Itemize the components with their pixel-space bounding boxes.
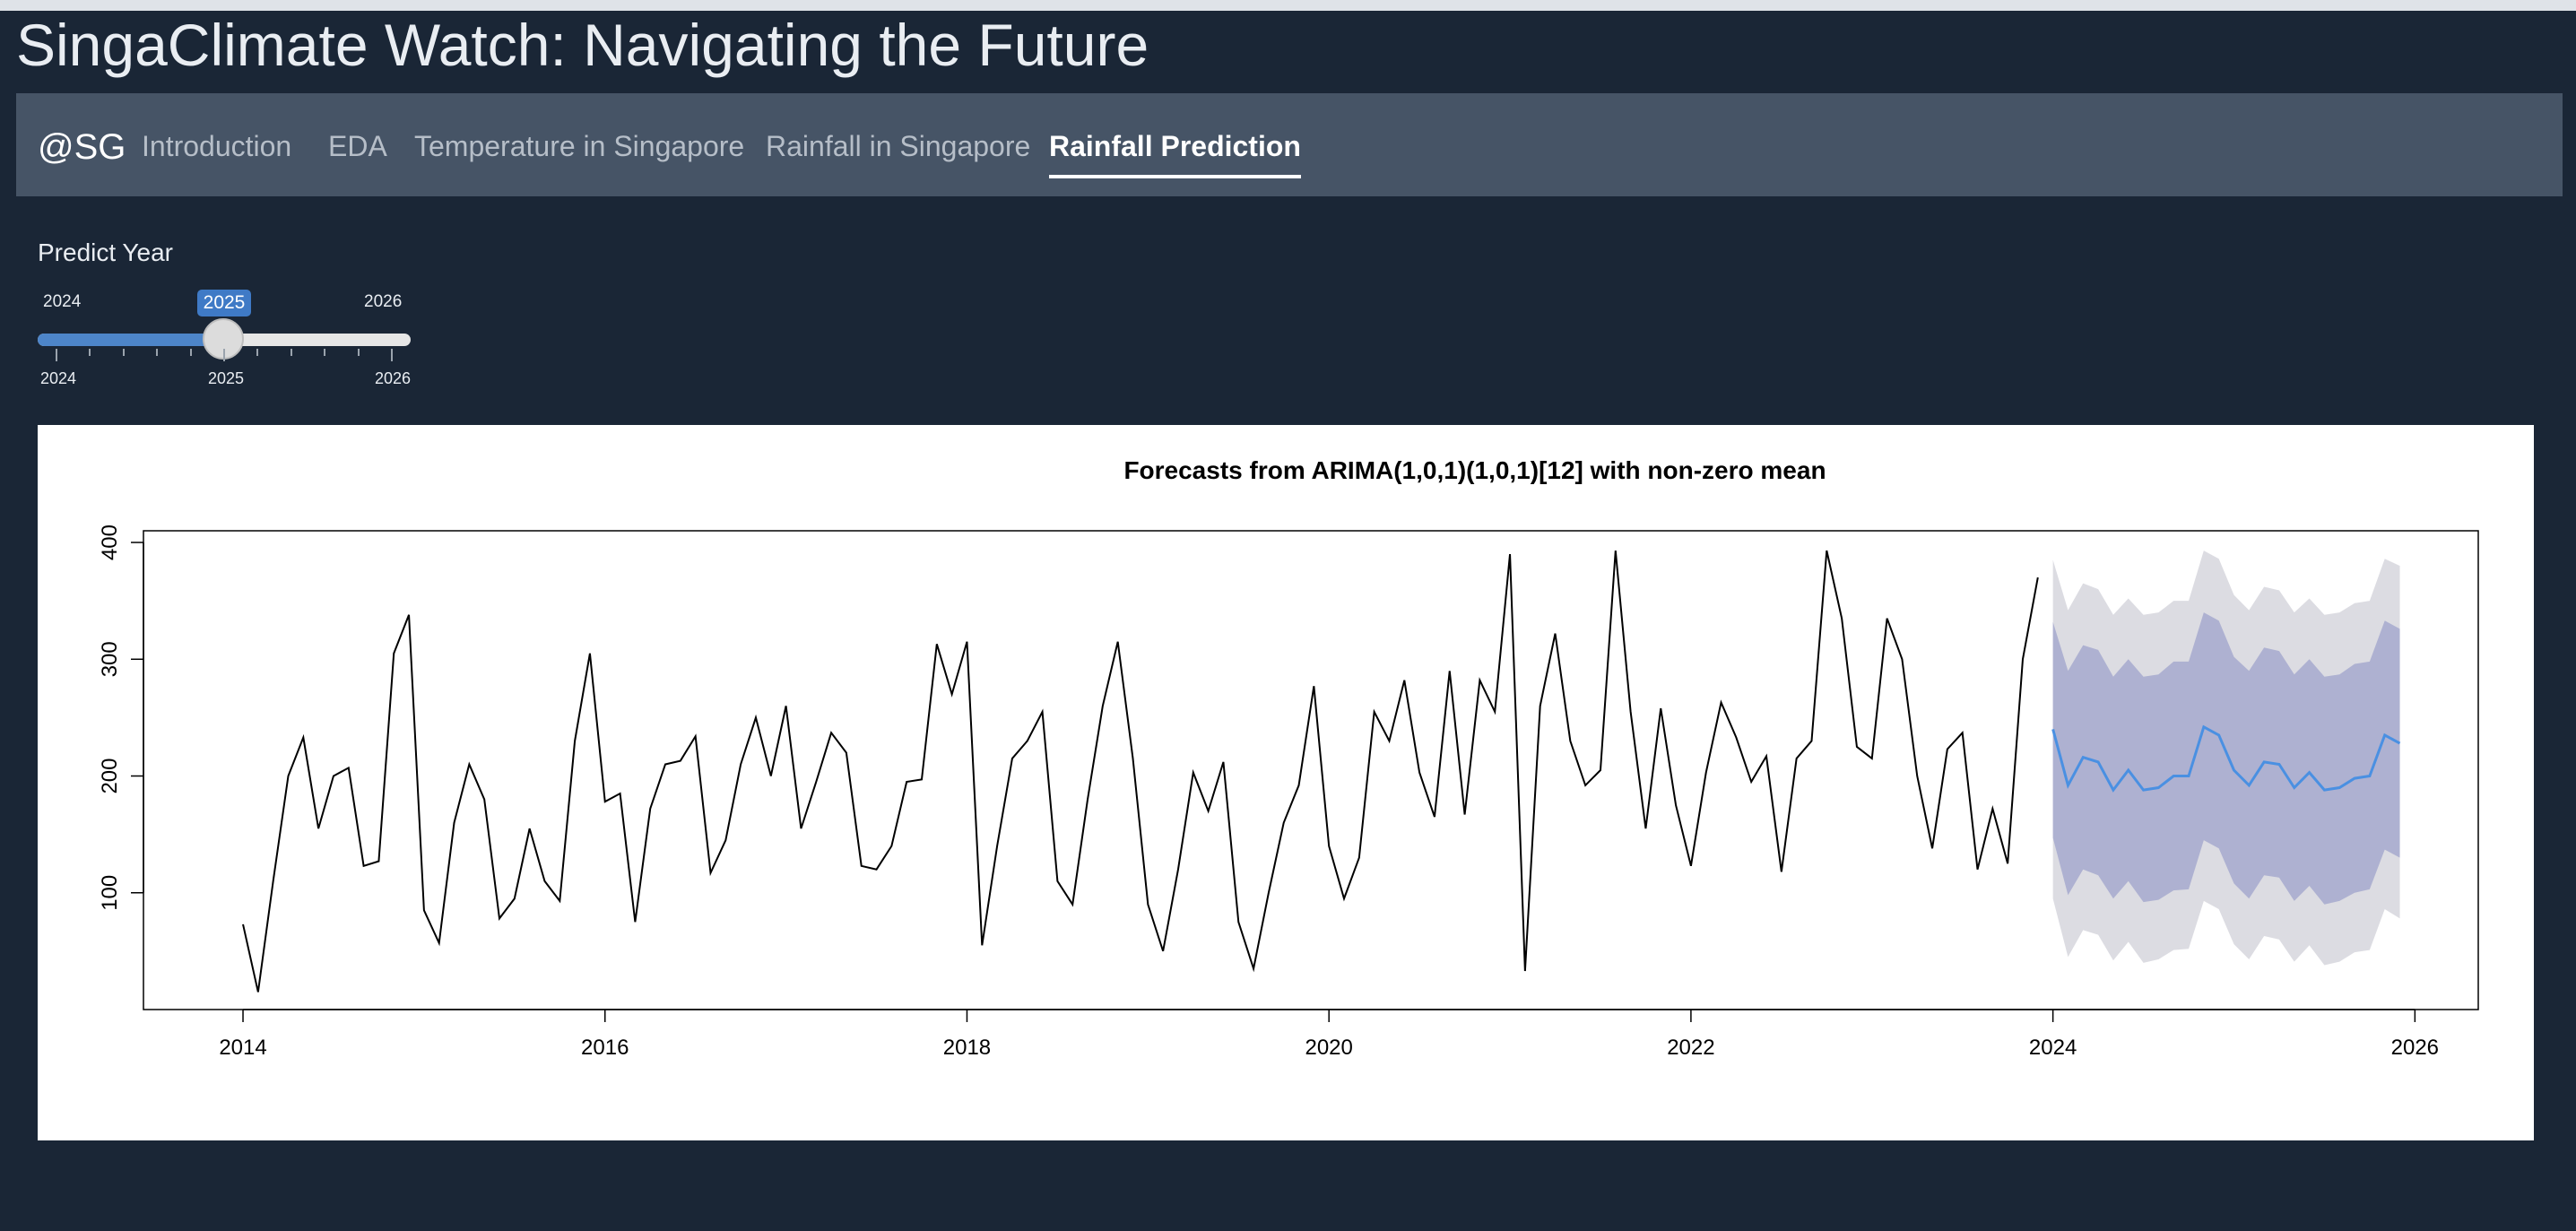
forecast-chart: 2014 2016 2018 2020 2022 2024 2026 100 200 300 400… <box>98 456 2479 1060</box>
x-tick-label: 2014 <box>219 1036 266 1060</box>
y-tick-label: 200 <box>98 758 122 793</box>
tab-temperature[interactable]: Temperature in Singapore <box>414 126 744 166</box>
tab-eda[interactable]: EDA <box>328 126 387 166</box>
tab-rainfall-prediction[interactable]: Rainfall Prediction <box>1049 126 1301 178</box>
tab-rainfall[interactable]: Rainfall in Singapore <box>766 126 1030 166</box>
active-tab-underline <box>1049 175 1301 178</box>
slider-tick <box>122 349 125 356</box>
slider-tick <box>89 349 91 356</box>
slider-grid-label-2026: 2026 <box>375 369 412 387</box>
y-tick-label: 400 <box>98 524 122 560</box>
slider-tick <box>189 349 192 356</box>
x-tick-label: 2026 <box>2391 1036 2439 1060</box>
navbar-brand[interactable]: @SG <box>38 125 126 169</box>
slider-value-bubble: 2025 <box>197 290 251 316</box>
x-tick-label: 2016 <box>581 1036 629 1060</box>
slider-tick <box>156 349 159 356</box>
app-title: SingaClimate Watch: Navigating the Futur… <box>16 12 1149 78</box>
x-tick-label: 2020 <box>1305 1036 1352 1060</box>
slider-label: Predict Year <box>38 238 173 266</box>
slider-tick <box>290 349 292 356</box>
slider-tick <box>223 349 225 361</box>
slider-tick <box>391 349 393 361</box>
slider-grid-label-2025: 2025 <box>208 369 245 387</box>
x-tick-label: 2018 <box>943 1036 991 1060</box>
slider-tick <box>324 349 326 356</box>
x-tick-label: 2024 <box>2029 1036 2077 1060</box>
slider-tick <box>256 349 259 356</box>
y-tick-label: 300 <box>98 641 122 677</box>
x-tick-label: 2022 <box>1667 1036 1714 1060</box>
navbar: @SG Introduction EDA Temperature in Sing… <box>16 93 2563 196</box>
tab-rainfall-prediction-label: Rainfall Prediction <box>1049 130 1301 162</box>
slider-tick <box>357 349 360 356</box>
tab-introduction[interactable]: Introduction <box>142 126 291 166</box>
observed-series-line <box>242 550 2039 993</box>
y-tick-label: 100 <box>98 875 122 911</box>
slider-min-label: 2024 <box>43 292 82 311</box>
forecast-plot-panel: 2014 2016 2018 2020 2022 2024 2026 100 200 300 400… <box>38 425 2534 1140</box>
slider-fill <box>38 334 224 346</box>
slider-grid-label-2024: 2024 <box>40 369 77 387</box>
slider-max-label: 2026 <box>364 292 403 311</box>
slider-tick <box>56 349 57 361</box>
chart-title: Forecasts from ARIMA(1,0,1)(1,0,1)[12] w… <box>1123 456 1826 484</box>
